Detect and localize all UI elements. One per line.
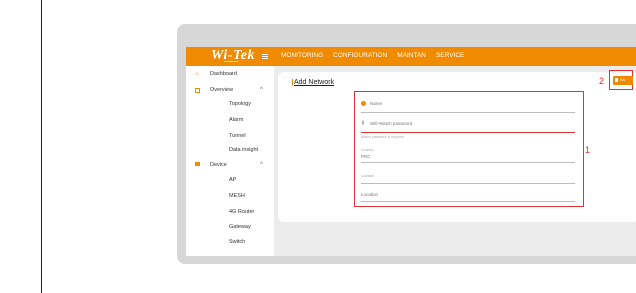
sidebar-item-label: Data insight [229,147,259,153]
sidebar-item-label: AP [229,177,237,183]
sidebar-item-label: Topology [229,101,252,107]
app-window: Wi-Tek MONITORING CONFIGURATION MAINTAN … [186,47,636,256]
nav-maintain[interactable]: MAINTAN [397,52,426,59]
country-label: Country [361,148,374,152]
name-field[interactable]: Name [361,101,575,113]
nav-monitoring[interactable]: MONITORING [281,52,323,59]
form-highlight-box: Name ⚷ Wifi-Watch password Watch passwor… [354,91,584,207]
password-placeholder: Wifi-Watch password [370,121,413,126]
menu-icon[interactable] [262,54,268,59]
logo-underline [224,61,238,62]
sidebar-item-label: MESH [229,193,245,199]
page-title[interactable]: Add Network [292,79,334,86]
chevron-up-icon[interactable]: ^ [260,87,263,93]
sidebar-item-label: Alarm [229,117,244,123]
location-label: Location [361,174,375,178]
device-icon [195,162,200,166]
overview-icon [195,88,200,93]
name-placeholder: Name [370,101,383,106]
sidebar-item-label: Gateway [229,224,251,230]
password-field[interactable]: ⚷ Wifi-Watch password [361,120,575,133]
save-button[interactable]: Sa [613,76,633,85]
user-icon [361,101,366,106]
sidebar-item-label: Switch [229,239,246,245]
annotation-number-1: 1 [585,145,591,155]
content-panel: Add Network Name ⚷ Wifi-Watch password W… [278,72,636,222]
chevron-up-icon[interactable]: ^ [260,162,263,168]
password-error-hint: Watch password is required [361,135,405,139]
nav-service[interactable]: SERVICE [436,52,464,59]
country-select[interactable]: Country PRC [361,148,575,163]
key-icon: ⚷ [361,120,365,126]
sidebar-item-label: 4G Router [229,209,255,215]
sidebar-item-label: Device [210,162,227,168]
location-field-1[interactable]: Location [361,171,575,184]
sidebar-item-label: Dashboard [210,71,237,77]
sidebar-item-label: Overview [210,87,233,93]
country-value: PRC [361,154,371,159]
margin-line [41,0,42,293]
main-nav: MONITORING CONFIGURATION MAINTAN SERVICE [281,52,474,59]
sidebar-item-label: Tunnel [229,133,246,139]
save-button-label: Sa [620,77,625,82]
page: Wi-Tek MONITORING CONFIGURATION MAINTAN … [0,0,636,293]
nav-configuration[interactable]: CONFIGURATION [333,52,387,59]
save-icon [615,78,618,82]
location-field-2[interactable]: Location [361,189,575,202]
sidebar: ⌂ Dashboard Overview ^ Topology Alarm Tu… [186,66,274,256]
home-icon: ⌂ [195,71,199,77]
top-navigation-bar: Wi-Tek MONITORING CONFIGURATION MAINTAN … [186,47,636,66]
location-label: Location [361,192,379,197]
annotation-number-2: 2 [599,76,605,86]
